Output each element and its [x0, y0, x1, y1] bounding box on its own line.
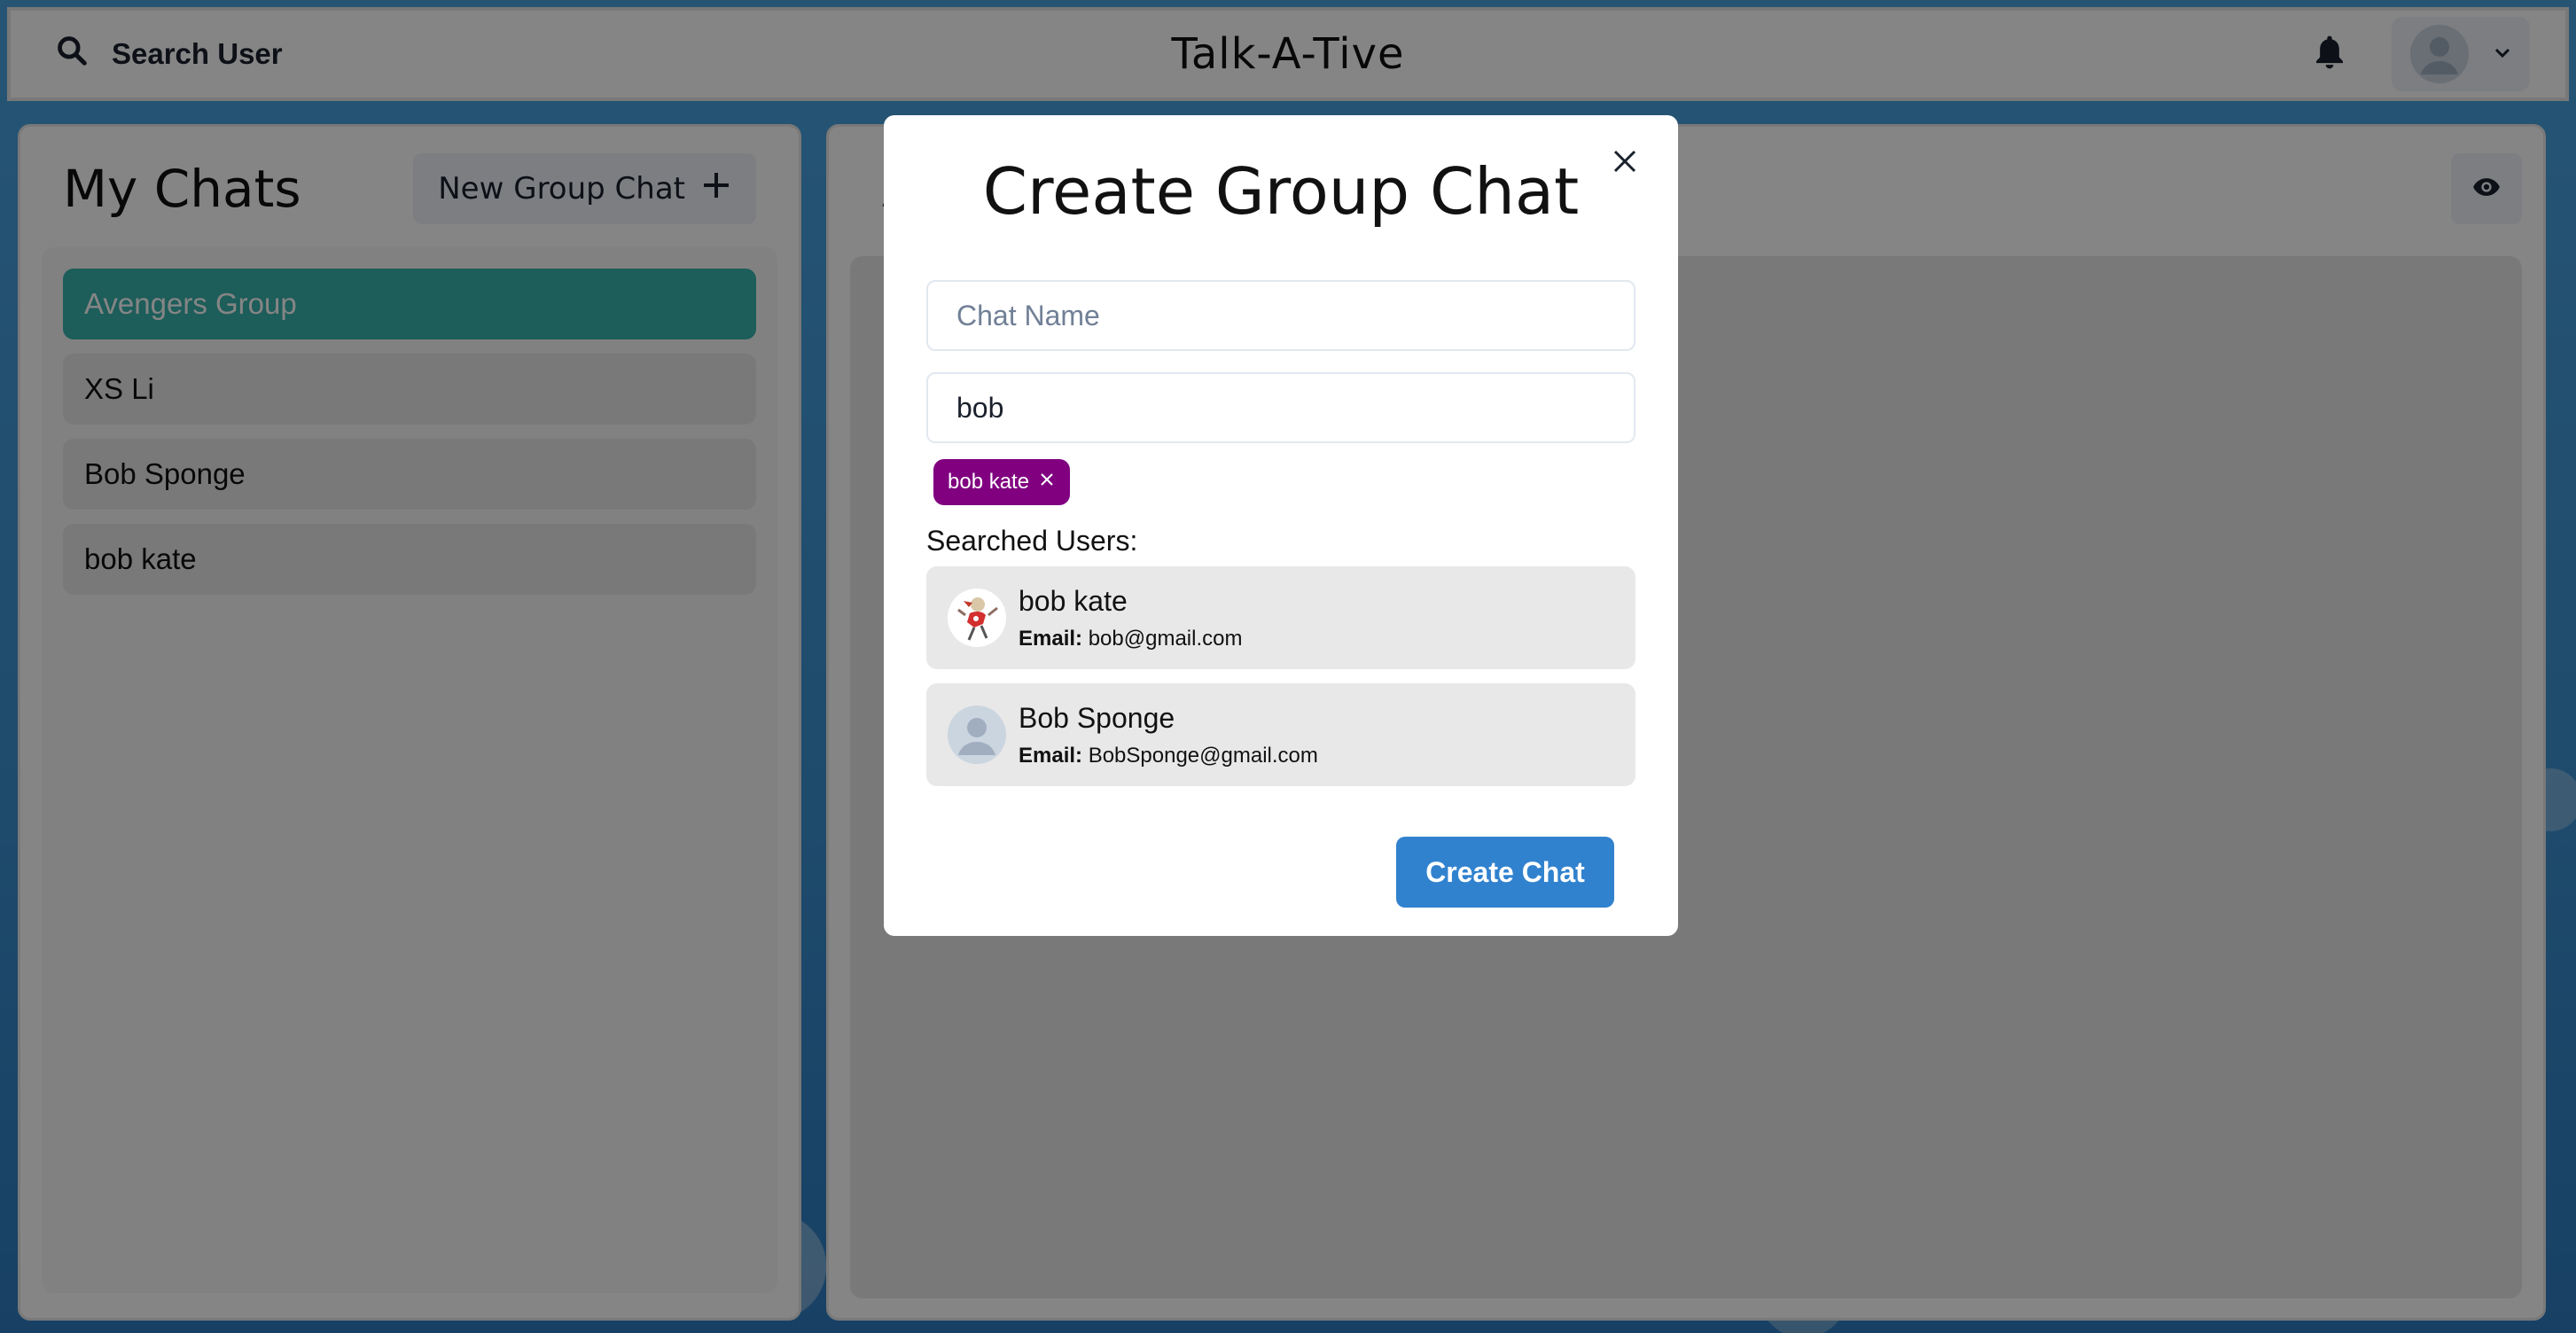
add-users-input[interactable]: bob [926, 372, 1635, 443]
email-value: bob@gmail.com [1088, 626, 1243, 651]
email-value: BobSponge@gmail.com [1088, 743, 1318, 768]
user-email: Email: bob@gmail.com [1019, 627, 1242, 651]
email-label: Email: [1019, 626, 1083, 651]
chat-name-input[interactable]: Chat Name [926, 280, 1635, 351]
email-label: Email: [1019, 743, 1083, 768]
user-badge[interactable]: bob kate [933, 459, 1071, 505]
close-button[interactable] [1605, 144, 1644, 183]
user-name: bob kate [1019, 584, 1128, 617]
user-list-item[interactable]: bob kate Email: bob@gmail.com [926, 566, 1635, 669]
modal-title: Create Group Chat [982, 154, 1580, 229]
user-badge-label: bob kate [948, 470, 1030, 494]
create-group-chat-modal: Create Group Chat Chat Name bob bob kate… [884, 115, 1678, 936]
create-chat-button[interactable]: Create Chat [1396, 837, 1614, 908]
avatar [948, 705, 1006, 764]
selected-users: bob kate [926, 459, 1635, 505]
user-name: Bob Sponge [1019, 701, 1175, 734]
close-icon[interactable] [1038, 470, 1056, 495]
close-icon [1612, 148, 1638, 179]
searched-users-label: Searched Users: [926, 525, 1138, 557]
user-list-item[interactable]: Bob Sponge Email: BobSponge@gmail.com [926, 683, 1635, 786]
user-email: Email: BobSponge@gmail.com [1019, 744, 1318, 768]
avatar [948, 589, 1006, 647]
